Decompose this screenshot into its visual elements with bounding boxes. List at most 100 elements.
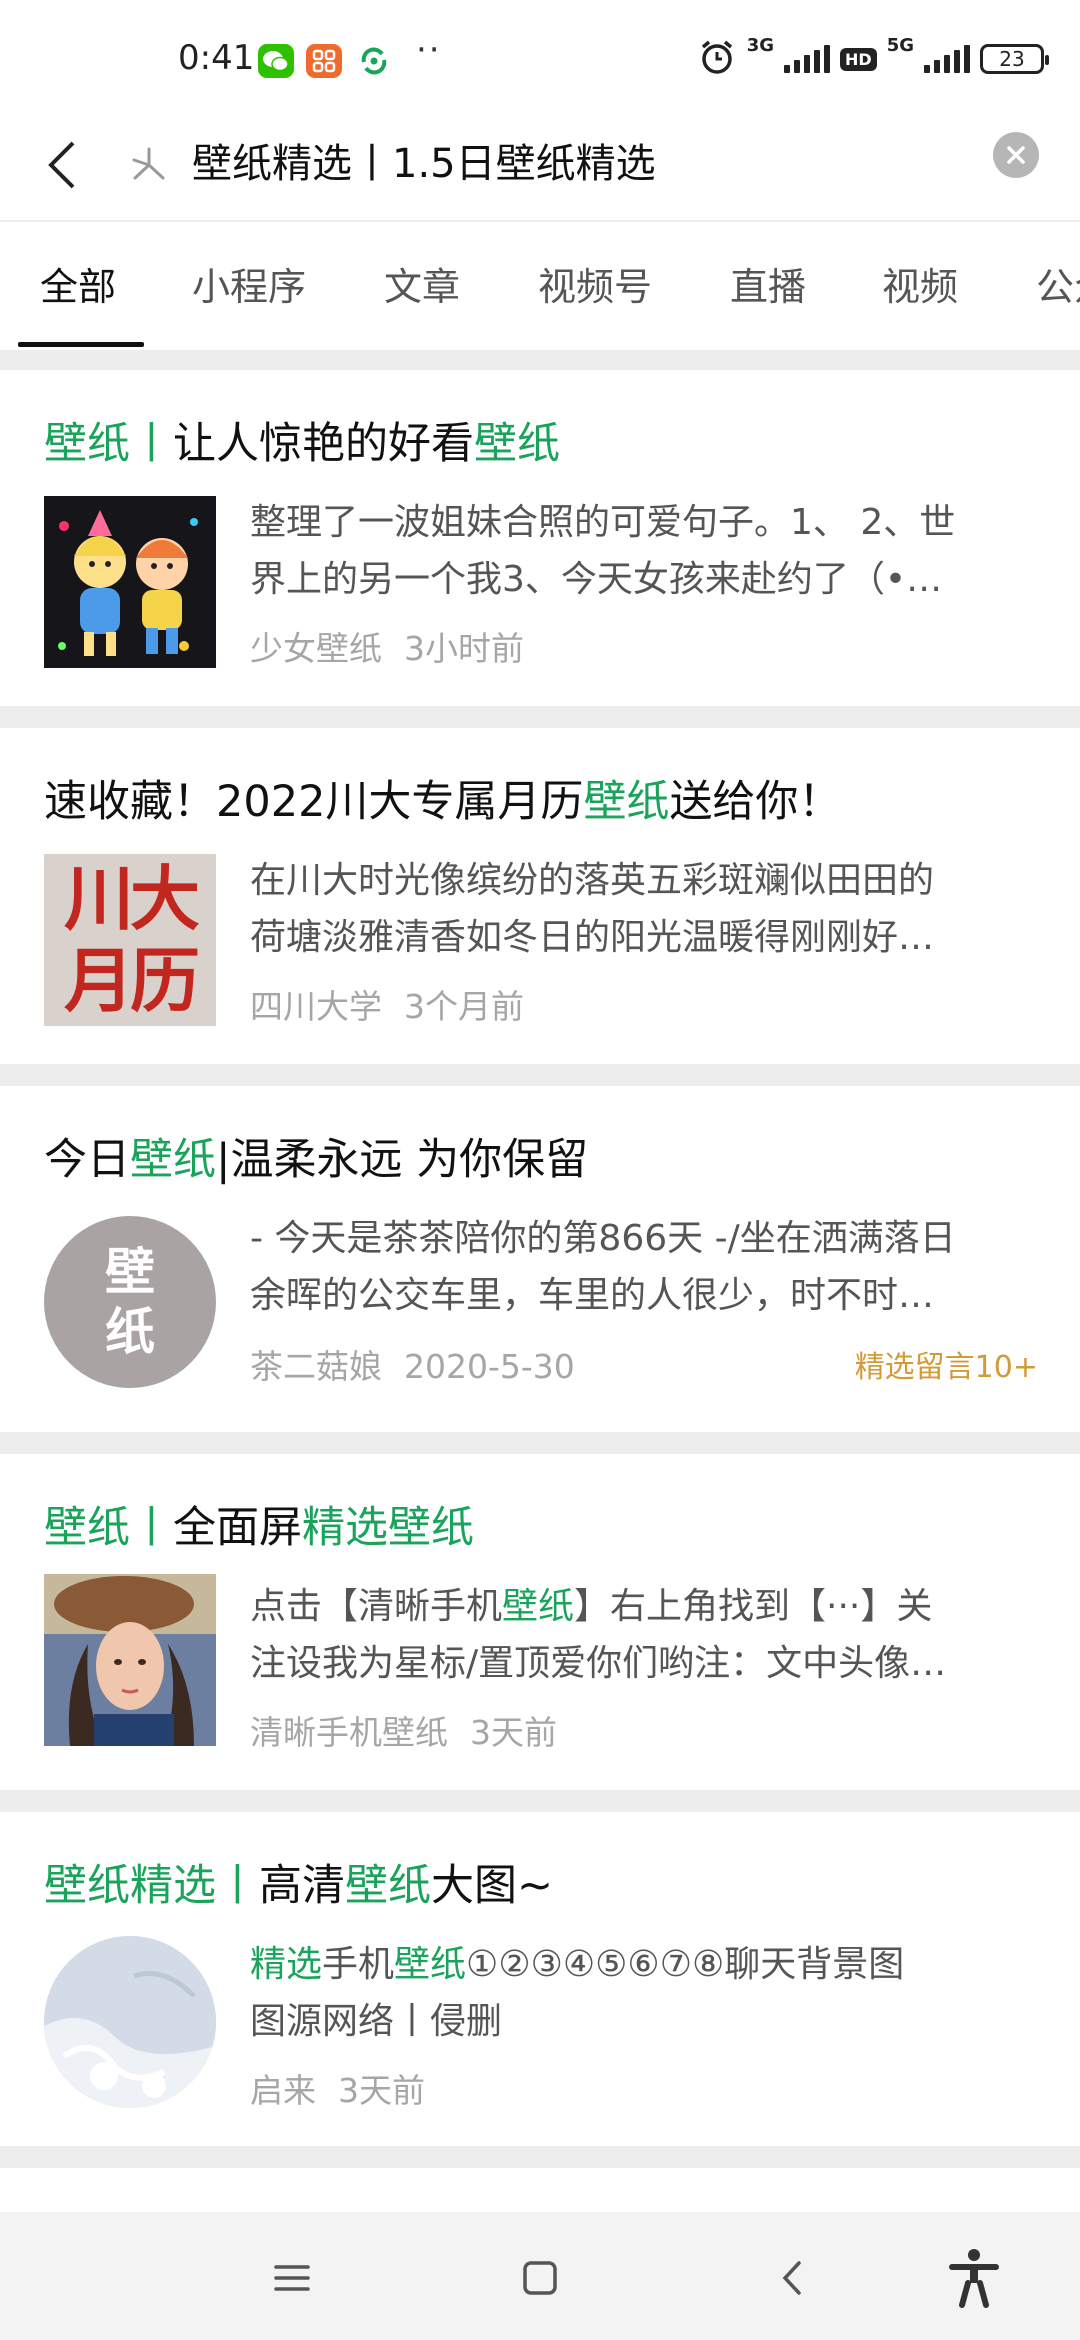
title-segment: 让人惊艳的好看 bbox=[173, 419, 474, 469]
tab-all[interactable]: 全部 bbox=[40, 262, 116, 312]
result-thumbnail[interactable]: 壁 纸 bbox=[44, 1216, 216, 1388]
result-meta: 四川大学 3个月前 bbox=[250, 980, 524, 1028]
network-5g-label: 5G bbox=[886, 34, 914, 56]
tab-channels[interactable]: 视频号 bbox=[538, 262, 652, 312]
tab-bar: 全部 小程序 文章 视频号 直播 视频 公众号 bbox=[0, 222, 1080, 350]
signal-icon bbox=[784, 45, 831, 73]
result-title[interactable]: 今日壁纸|温柔永远 为你保留 bbox=[44, 1130, 588, 1190]
result-excerpt: - 今天是茶茶陪你的第866天 -/坐在洒满落日 余晖的公交车里，车里的人很少，… bbox=[250, 1210, 1040, 1324]
result-card[interactable]: 壁纸丨让人惊艳的好看壁纸 整理了一波姐妹合照的可爱句子。1、 2、世 界上的另一… bbox=[0, 370, 1080, 706]
nav-back-button[interactable] bbox=[762, 2248, 822, 2308]
result-excerpt: 整理了一波姐妹合照的可爱句子。1、 2、世 界上的另一个我3、今天女孩来赴约了（… bbox=[250, 494, 1040, 608]
status-right: 3G HD 5G 23 bbox=[697, 34, 1049, 84]
menu-icon bbox=[274, 2265, 310, 2291]
title-segment: 全面屏 bbox=[173, 1503, 302, 1553]
title-segment: 壁纸 bbox=[44, 419, 130, 469]
battery-level: 23 bbox=[999, 47, 1025, 71]
source-name[interactable]: 少女壁纸 bbox=[250, 629, 382, 668]
result-excerpt: 精选手机壁纸①②③④⑤⑥⑦⑧聊天背景图 图源网络丨侵删 bbox=[250, 1936, 1040, 2050]
result-thumbnail[interactable] bbox=[44, 1936, 216, 2108]
home-button[interactable] bbox=[510, 2248, 570, 2308]
title-segment: 丨 bbox=[130, 1503, 173, 1553]
home-square-icon bbox=[523, 2261, 557, 2295]
sync-app-icon bbox=[356, 44, 392, 78]
title-segment: 大图~ bbox=[431, 1861, 554, 1911]
result-card-partial bbox=[0, 2168, 1080, 2212]
tab-videos[interactable]: 视频 bbox=[882, 262, 958, 312]
result-title[interactable]: 速收藏！2022川大专属月历壁纸送给你！ bbox=[44, 772, 841, 832]
result-card[interactable]: 速收藏！2022川大专属月历壁纸送给你！ 川大 月历 在川大时光像缤纷的落英五彩… bbox=[0, 728, 1080, 1064]
alarm-icon bbox=[697, 37, 737, 81]
title-segment: 速收藏！2022川大专属月历 bbox=[44, 777, 584, 827]
title-segment: 壁纸 bbox=[583, 777, 670, 827]
search-logo-icon bbox=[124, 140, 174, 190]
accessibility-button[interactable] bbox=[944, 2248, 1004, 2308]
search-input[interactable]: 壁纸精选丨1.5日壁纸精选 bbox=[192, 132, 656, 196]
excerpt-line: 在川大时光像缤纷的落英五彩斑斓似田田的 bbox=[250, 860, 935, 901]
result-excerpt: 在川大时光像缤纷的落英五彩斑斓似田田的 荷塘淡雅清香如冬日的阳光温暖得刚刚好… bbox=[250, 852, 1040, 966]
status-bar: 0:41 ·· 3G HD 5G 23 bbox=[0, 0, 1080, 110]
publish-time: 3天前 bbox=[470, 1713, 557, 1752]
title-segment: 高清 bbox=[259, 1861, 345, 1911]
close-icon bbox=[1007, 146, 1025, 164]
title-segment: 壁纸 bbox=[44, 1503, 130, 1553]
back-chevron-icon bbox=[782, 2261, 801, 2295]
back-arrow-icon bbox=[48, 141, 75, 189]
excerpt-line: 精选手机壁纸①②③④⑤⑥⑦⑧聊天背景图 bbox=[250, 1936, 1040, 1993]
source-name[interactable]: 清晰手机壁纸 bbox=[250, 1713, 448, 1752]
app-grid-icon bbox=[306, 44, 342, 78]
excerpt-segment: 点击【清晰手机 bbox=[250, 1586, 503, 1627]
excerpt-segment: ①②③④⑤⑥⑦⑧聊天背景图 bbox=[466, 1944, 905, 1985]
tab-mini-programs[interactable]: 小程序 bbox=[192, 262, 306, 312]
excerpt-segment: 】右上角找到【···】关 bbox=[574, 1586, 933, 1627]
source-name[interactable]: 茶二菇娘 bbox=[250, 1347, 382, 1386]
excerpt-line: 界上的另一个我3、今天女孩来赴约了（•… bbox=[250, 559, 943, 600]
featured-comments-badge: 精选留言10+ bbox=[854, 1350, 1038, 1385]
search-bar: 壁纸精选丨1.5日壁纸精选 bbox=[0, 110, 1080, 220]
thumbnail-text: 川大 bbox=[64, 857, 200, 940]
result-card[interactable]: 壁纸丨全面屏精选壁纸 点击【清晰手机壁纸】右上角找到【···】关 注设我为星标/… bbox=[0, 1454, 1080, 1790]
title-segment: |温柔永远 为你保留 bbox=[216, 1135, 589, 1185]
more-notifications: ·· bbox=[416, 30, 442, 70]
result-title[interactable]: 壁纸丨让人惊艳的好看壁纸 bbox=[44, 414, 560, 474]
source-name[interactable]: 启来 bbox=[250, 2071, 316, 2110]
thumbnail-text: 壁 bbox=[105, 1243, 155, 1301]
excerpt-line: 图源网络丨侵删 bbox=[250, 2001, 503, 2042]
tab-live[interactable]: 直播 bbox=[730, 262, 806, 312]
hd-badge: HD bbox=[840, 47, 877, 71]
result-meta: 清晰手机壁纸 3天前 bbox=[250, 1706, 557, 1754]
result-thumbnail[interactable]: 川大 月历 bbox=[44, 854, 216, 1026]
wechat-icon bbox=[258, 44, 294, 78]
result-thumbnail[interactable] bbox=[44, 1574, 216, 1746]
tab-articles[interactable]: 文章 bbox=[384, 262, 460, 312]
title-segment: 壁纸 bbox=[345, 1861, 431, 1911]
clear-search-button[interactable] bbox=[993, 132, 1039, 178]
title-segment: 壁纸 bbox=[474, 419, 560, 469]
publish-time: 2020-5-30 bbox=[404, 1347, 575, 1386]
accessibility-icon bbox=[949, 2249, 999, 2308]
status-time: 0:41 bbox=[178, 38, 255, 78]
excerpt-line: 余晖的公交车里，车里的人很少，时不时… bbox=[250, 1275, 935, 1316]
result-card[interactable]: 壁纸精选丨高清壁纸大图~ 精选手机壁纸①②③④⑤⑥⑦⑧聊天背景图 图源网络丨侵删… bbox=[0, 1812, 1080, 2146]
back-button[interactable] bbox=[28, 130, 98, 200]
excerpt-segment: 壁纸 bbox=[394, 1944, 467, 1985]
publish-time: 3小时前 bbox=[404, 629, 524, 668]
tab-official-accounts[interactable]: 公众号 bbox=[1036, 262, 1080, 312]
result-title[interactable]: 壁纸精选丨高清壁纸大图~ bbox=[44, 1856, 553, 1916]
result-title[interactable]: 壁纸丨全面屏精选壁纸 bbox=[44, 1498, 474, 1558]
excerpt-line: 荷塘淡雅清香如冬日的阳光温暖得刚刚好… bbox=[250, 917, 935, 958]
menu-button[interactable] bbox=[262, 2248, 322, 2308]
excerpt-line: 整理了一波姐妹合照的可爱句子。1、 2、世 bbox=[250, 502, 956, 543]
system-nav-bar bbox=[0, 2212, 1080, 2340]
excerpt-line: 点击【清晰手机壁纸】右上角找到【···】关 bbox=[250, 1578, 1040, 1635]
result-thumbnail[interactable] bbox=[44, 496, 216, 668]
signal-icon bbox=[924, 45, 970, 73]
result-meta: 少女壁纸 3小时前 bbox=[250, 622, 524, 670]
excerpt-line: 注设我为星标/置顶爱你们哟注：文中头像… bbox=[250, 1643, 947, 1684]
excerpt-segment: 壁纸 bbox=[502, 1586, 575, 1627]
thumbnail-text: 纸 bbox=[105, 1303, 155, 1361]
title-segment: 今日 bbox=[44, 1135, 130, 1185]
result-card[interactable]: 今日壁纸|温柔永远 为你保留 壁 纸 - 今天是茶茶陪你的第866天 -/坐在洒… bbox=[0, 1086, 1080, 1432]
battery-icon: 23 bbox=[980, 44, 1049, 74]
source-name[interactable]: 四川大学 bbox=[250, 987, 382, 1026]
